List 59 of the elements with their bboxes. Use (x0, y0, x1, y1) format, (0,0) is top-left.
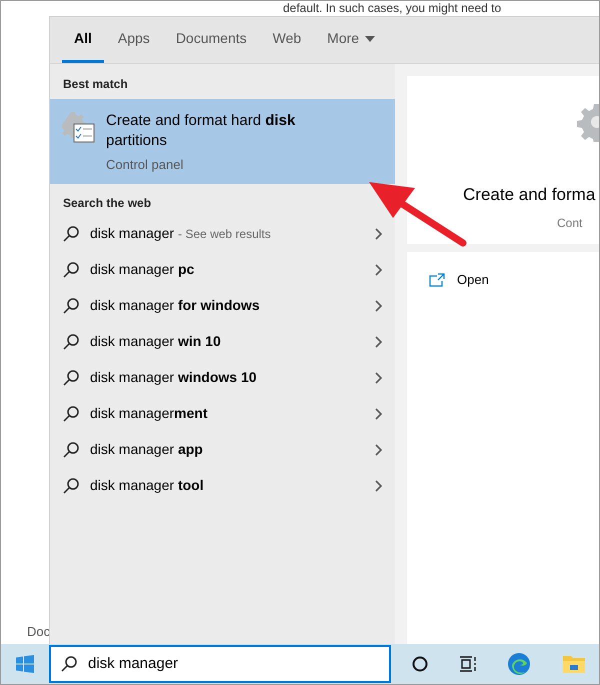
suggestion-text: disk manager win 10 (90, 332, 221, 351)
search-icon (62, 440, 80, 458)
search-icon (62, 296, 80, 314)
web-suggestion[interactable]: disk manager app (50, 432, 395, 468)
chevron-icon (375, 372, 383, 384)
search-icon (62, 260, 80, 278)
chevron-icon (375, 264, 383, 276)
filter-tab[interactable]: All (62, 17, 104, 63)
preview-title: Create and forma (462, 184, 596, 206)
search-icon (62, 404, 80, 422)
browser-icon[interactable] (507, 652, 532, 676)
section-heading: Search the web (62, 194, 152, 212)
document-text: Doc (26, 622, 52, 640)
best-match-result[interactable]: Create and format hard disk partitions Control panel (50, 99, 395, 184)
search-icon (62, 224, 80, 242)
suggestion-hint: - See web results (178, 226, 271, 242)
web-suggestion[interactable]: disk managerment (50, 396, 395, 432)
task-view-icon[interactable] (458, 656, 477, 672)
windows-logo-icon[interactable] (16, 655, 34, 673)
web-suggestion[interactable]: disk manager win 10 (50, 324, 395, 360)
circle-icon[interactable] (412, 656, 428, 672)
document-text: default. In such cases, you might need to (282, 1, 502, 15)
open-icon (429, 272, 445, 287)
search-icon (62, 476, 80, 494)
chevron-icon (375, 408, 383, 420)
search-input[interactable]: disk manager (88, 652, 380, 676)
suggestion-text: disk manager (90, 224, 174, 243)
chevron-icon (375, 480, 383, 492)
caret-icon (365, 36, 376, 42)
web-suggestion[interactable]: disk manager for windows (50, 288, 395, 324)
chevron-icon (375, 444, 383, 456)
result-subtitle: Control panel (106, 156, 184, 174)
filter-tab[interactable]: Web (260, 17, 314, 63)
suggestion-text: disk manager windows 10 (90, 368, 257, 387)
suggestion-text: disk manager for windows (90, 296, 260, 315)
preview-subtitle: Cont (556, 214, 582, 232)
section-heading: Best match (62, 76, 129, 93)
suggestion-text: disk manager tool (90, 476, 204, 495)
web-suggestion[interactable]: disk manager - See web results (50, 216, 395, 252)
suggestion-text: disk managerment (90, 404, 208, 423)
result-title: Create and format hard disk partitions (106, 111, 296, 151)
web-suggestion[interactable]: disk manager pc (50, 252, 395, 288)
web-suggestion[interactable]: disk manager windows 10 (50, 360, 395, 396)
folder-icon[interactable] (562, 653, 586, 675)
filter-tab[interactable]: Apps (106, 17, 162, 63)
search-icon (60, 655, 78, 673)
filter-tab[interactable]: Documents (164, 17, 259, 63)
web-suggestion[interactable]: disk manager tool (50, 468, 395, 504)
filter-tab[interactable]: More (315, 17, 388, 63)
search-icon (62, 332, 80, 350)
chevron-icon (375, 300, 383, 312)
chevron-icon (375, 228, 383, 240)
search-icon (62, 368, 80, 386)
taskbar-search-box[interactable]: disk manager (49, 645, 391, 683)
suggestion-text: disk manager pc (90, 260, 194, 279)
open-action[interactable]: Open (407, 252, 599, 290)
control-panel-icon (62, 111, 96, 145)
suggestion-text: disk manager app (90, 440, 203, 459)
chevron-icon (375, 336, 383, 348)
